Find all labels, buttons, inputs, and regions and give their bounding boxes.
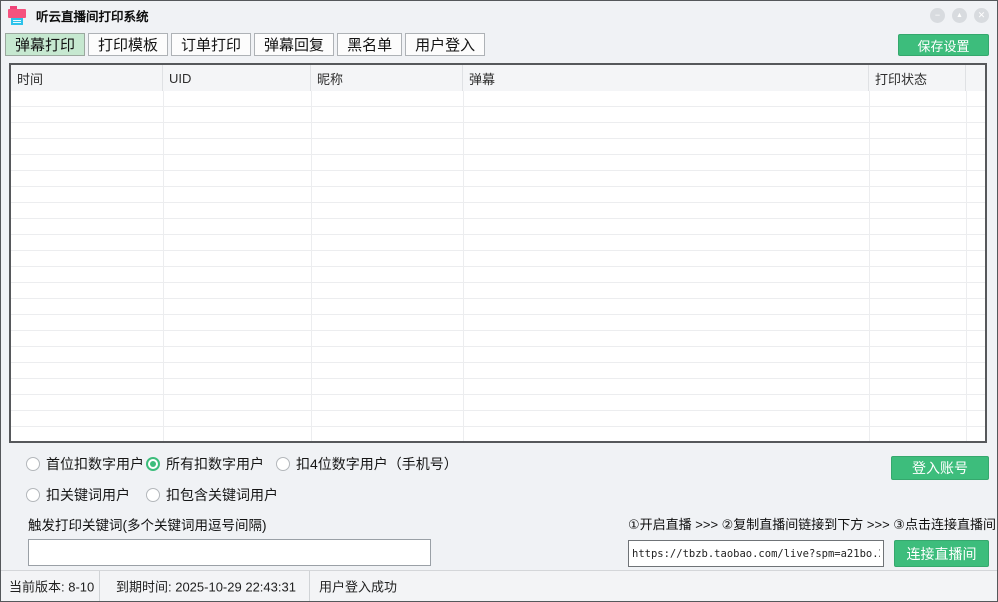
tab-blacklist[interactable]: 黑名单 <box>337 33 402 56</box>
save-settings-button[interactable]: 保存设置 <box>898 34 989 56</box>
status-bar: 当前版本: 8-10 到期时间: 2025-10-29 22:43:31 用户登… <box>1 570 997 601</box>
tab-user-login[interactable]: 用户登入 <box>405 33 485 56</box>
status-version: 当前版本: 8-10 <box>9 577 94 596</box>
tab-print-template[interactable]: 打印模板 <box>88 33 168 56</box>
connect-live-button[interactable]: 连接直播间 <box>894 540 989 567</box>
radio-icon <box>26 488 40 502</box>
status-separator <box>309 571 310 601</box>
login-account-button[interactable]: 登入账号 <box>891 456 989 480</box>
column-header-spacer <box>966 65 985 91</box>
danmaku-table: 时间 UID 昵称 弹幕 打印状态 <box>9 63 987 443</box>
live-url-input[interactable] <box>628 540 884 567</box>
radio-all-digit-user[interactable]: 所有扣数字用户 <box>146 456 264 472</box>
radio-icon <box>146 457 160 471</box>
tab-order-print[interactable]: 订单打印 <box>171 33 251 56</box>
live-instructions: ①开启直播 >>> ②复制直播间链接到下方 >>> ③点击连接直播间 <box>628 514 996 533</box>
printer-app-icon <box>7 5 27 25</box>
minimize-icon: − <box>935 11 940 20</box>
trigger-keyword-label: 触发打印关键词(多个关键词用逗号间隔) <box>28 514 267 534</box>
app-window: 听云直播间打印系统 − ▲ ✕ 弹幕打印 打印模板 订单打印 弹幕回复 黑名单 … <box>0 0 998 602</box>
column-header-nickname[interactable]: 昵称 <box>311 65 463 91</box>
column-header-time[interactable]: 时间 <box>11 65 163 91</box>
radio-4digit-phone-user[interactable]: 扣4位数字用户（手机号） <box>276 456 458 472</box>
radio-icon <box>276 457 290 471</box>
table-body <box>11 91 985 441</box>
trigger-keyword-input[interactable] <box>28 539 431 566</box>
minimize-button[interactable]: − <box>930 8 945 23</box>
title-bar: 听云直播间打印系统 − ▲ ✕ <box>1 1 997 29</box>
window-title: 听云直播间打印系统 <box>36 6 149 25</box>
status-expire-time: 到期时间: 2025-10-29 22:43:31 <box>116 577 296 596</box>
radio-keyword-user[interactable]: 扣关键词用户 <box>26 487 130 503</box>
table-header: 时间 UID 昵称 弹幕 打印状态 <box>11 65 985 91</box>
maximize-icon: ▲ <box>956 12 963 19</box>
tab-danmaku-print[interactable]: 弹幕打印 <box>5 33 85 56</box>
radio-first-digit-user[interactable]: 首位扣数字用户 <box>26 456 144 472</box>
table-column-divider <box>869 91 870 441</box>
printer-icon-body <box>8 9 26 18</box>
column-header-danmaku[interactable]: 弹幕 <box>463 65 869 91</box>
close-icon: ✕ <box>978 11 986 20</box>
table-column-divider <box>311 91 312 441</box>
table-column-divider <box>163 91 164 441</box>
tab-bar: 弹幕打印 打印模板 订单打印 弹幕回复 黑名单 用户登入 <box>5 33 485 56</box>
column-header-uid[interactable]: UID <box>163 65 311 91</box>
radio-contains-keyword-user[interactable]: 扣包含关键词用户 <box>146 487 278 503</box>
window-controls: − ▲ ✕ <box>930 8 989 23</box>
column-header-print-status[interactable]: 打印状态 <box>869 65 966 91</box>
close-button[interactable]: ✕ <box>974 8 989 23</box>
table-column-divider <box>966 91 967 441</box>
printer-icon-paper <box>11 18 23 25</box>
table-column-divider <box>463 91 464 441</box>
status-login-status: 用户登入成功 <box>319 577 397 596</box>
radio-icon <box>146 488 160 502</box>
maximize-button[interactable]: ▲ <box>952 8 967 23</box>
tab-danmaku-reply[interactable]: 弹幕回复 <box>254 33 334 56</box>
radio-icon <box>26 457 40 471</box>
status-separator <box>99 571 100 601</box>
